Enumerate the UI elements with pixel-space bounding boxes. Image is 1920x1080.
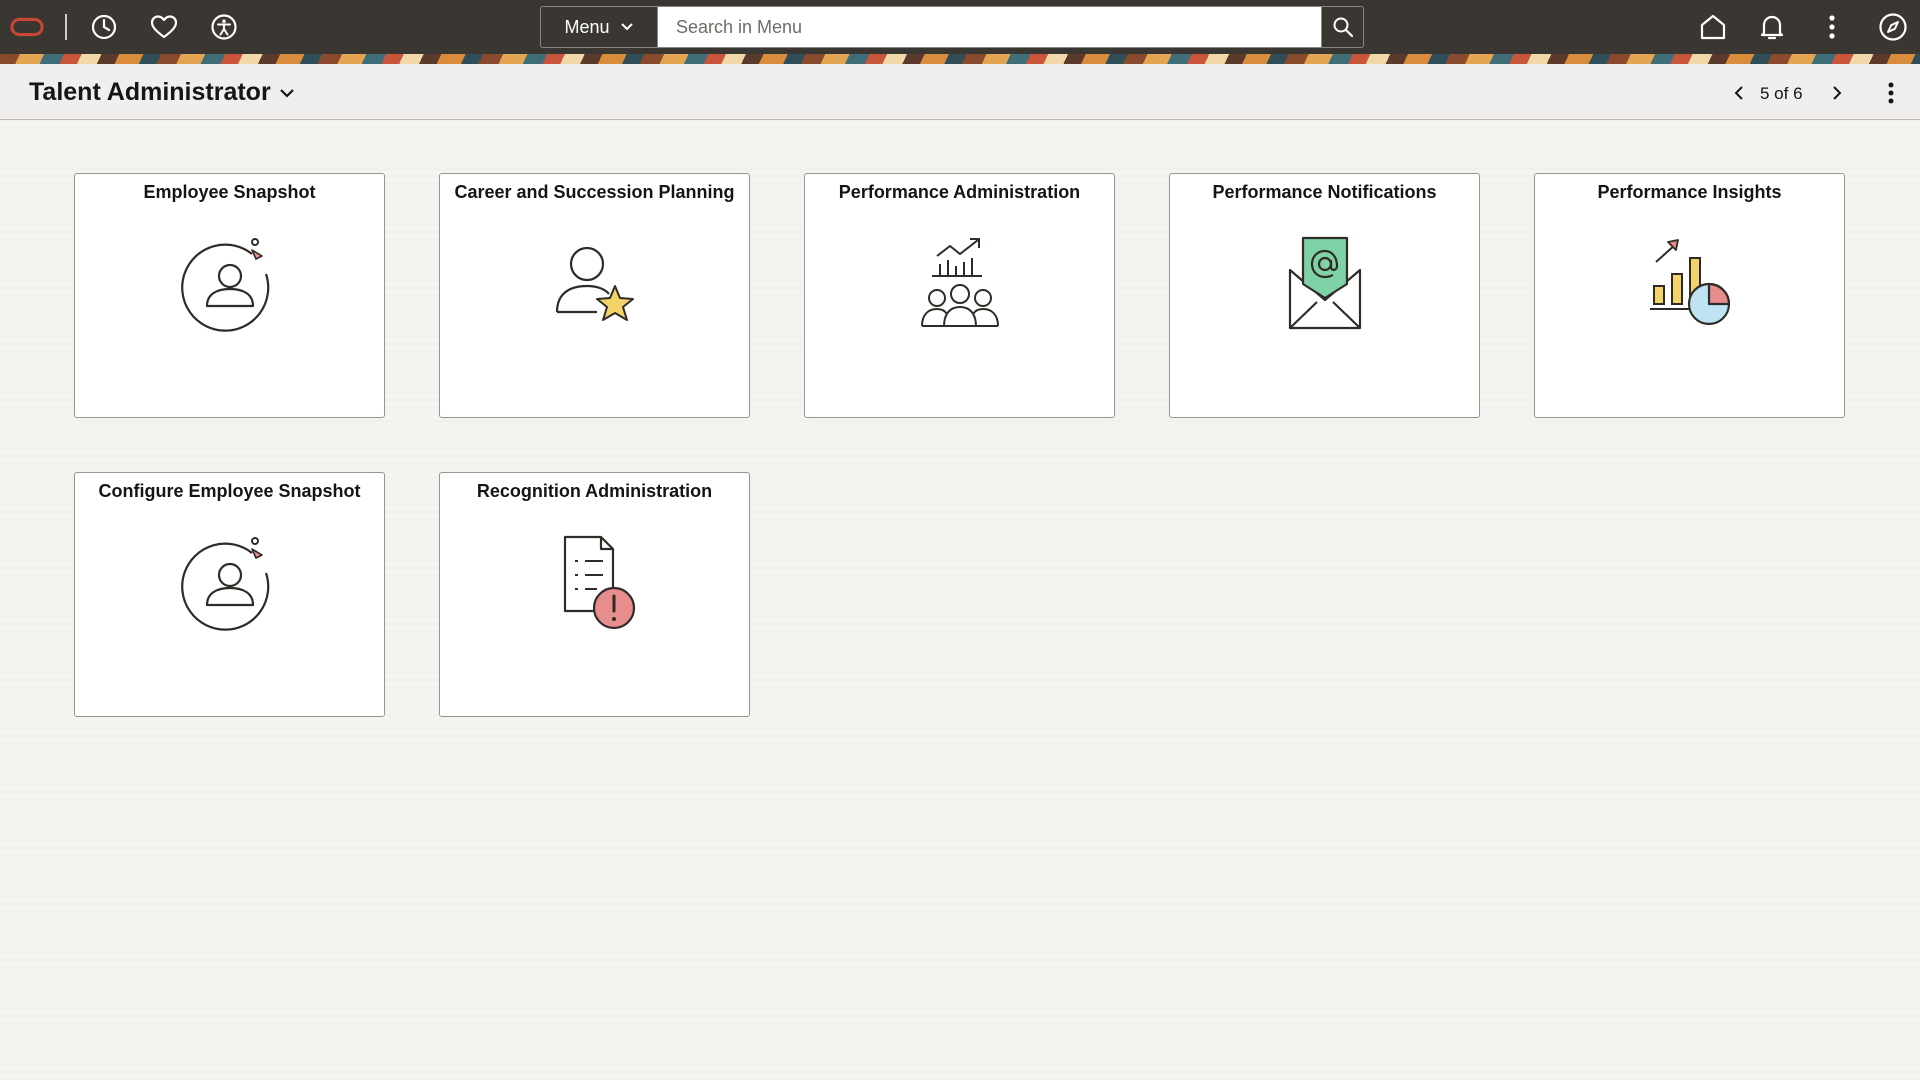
- tile-career-succession-planning[interactable]: Career and Succession Planning: [439, 173, 750, 418]
- tile-title: Performance Insights: [1597, 182, 1782, 202]
- accessibility-icon[interactable]: [207, 10, 241, 44]
- tile-title: Performance Administration: [838, 182, 1081, 202]
- recent-places-icon[interactable]: [87, 10, 121, 44]
- tile-employee-snapshot[interactable]: Employee Snapshot: [74, 173, 385, 418]
- tile-performance-notifications[interactable]: Performance Notifications: [1169, 173, 1480, 418]
- homepage-title[interactable]: Talent Administrator: [29, 78, 271, 107]
- homepage-selector-chevron-icon[interactable]: [275, 81, 299, 105]
- tile-performance-administration[interactable]: Performance Administration: [804, 173, 1115, 418]
- chevron-down-icon: [620, 23, 633, 31]
- tile-configure-employee-snapshot[interactable]: Configure Employee Snapshot: [74, 472, 385, 717]
- header-divider: [65, 14, 67, 40]
- global-header: Menu: [0, 0, 1920, 54]
- person-star-icon: [555, 246, 634, 321]
- search-icon: [1333, 17, 1353, 38]
- decorative-banner: [0, 54, 1920, 64]
- oracle-logo-icon[interactable]: [10, 10, 44, 44]
- search-button[interactable]: [1322, 6, 1364, 48]
- employee-snapshot-icon: [181, 537, 270, 631]
- previous-page-icon[interactable]: [1727, 81, 1751, 105]
- team-growth-chart-icon: [921, 238, 999, 327]
- next-page-icon[interactable]: [1825, 81, 1849, 105]
- page-actions-kebab-icon[interactable]: [1878, 78, 1904, 108]
- notifications-bell-icon[interactable]: [1755, 10, 1789, 44]
- menu-search-input[interactable]: [657, 6, 1322, 48]
- actions-kebab-icon[interactable]: [1815, 10, 1849, 44]
- tile-title: Performance Notifications: [1212, 182, 1437, 202]
- navbar-compass-icon[interactable]: [1876, 10, 1910, 44]
- home-icon[interactable]: [1696, 10, 1730, 44]
- email-envelope-icon: [1288, 236, 1362, 330]
- page-indicator: 5 of 6: [1760, 84, 1803, 103]
- tile-recognition-administration[interactable]: Recognition Administration: [439, 472, 750, 717]
- favorites-heart-icon[interactable]: [147, 10, 181, 44]
- document-alert-icon: [563, 535, 636, 630]
- menu-label: Menu: [564, 16, 610, 37]
- tile-title: Configure Employee Snapshot: [98, 481, 361, 501]
- tile-title: Career and Succession Planning: [454, 182, 735, 202]
- tile-title: Employee Snapshot: [143, 182, 316, 202]
- analytics-charts-icon: [1650, 239, 1731, 326]
- employee-snapshot-icon: [181, 238, 270, 332]
- tile-title: Recognition Administration: [476, 481, 713, 501]
- tile-performance-insights[interactable]: Performance Insights: [1534, 173, 1845, 418]
- homepage-header: Talent Administrator 5 of 6: [0, 64, 1920, 120]
- navigator-menu-button[interactable]: Menu: [540, 6, 657, 48]
